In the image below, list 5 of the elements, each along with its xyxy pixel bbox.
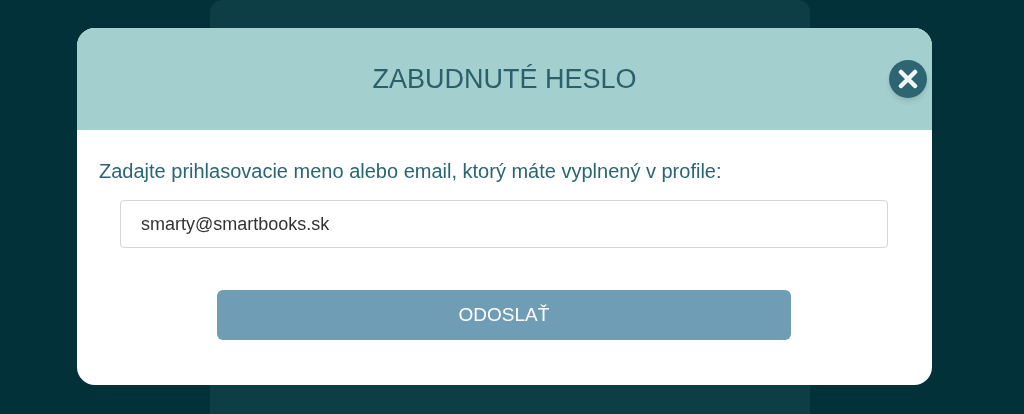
dialog-title: ZABUDNUTÉ HESLO: [372, 62, 637, 96]
prompt-text: Zadajte prihlasovacie meno alebo email, ktorý máte vyplnený v profile:: [99, 159, 723, 184]
close-button[interactable]: [889, 60, 927, 98]
input-field[interactable]: smarty@smartbooks.sk: [120, 200, 888, 248]
close-icon: [898, 69, 918, 89]
